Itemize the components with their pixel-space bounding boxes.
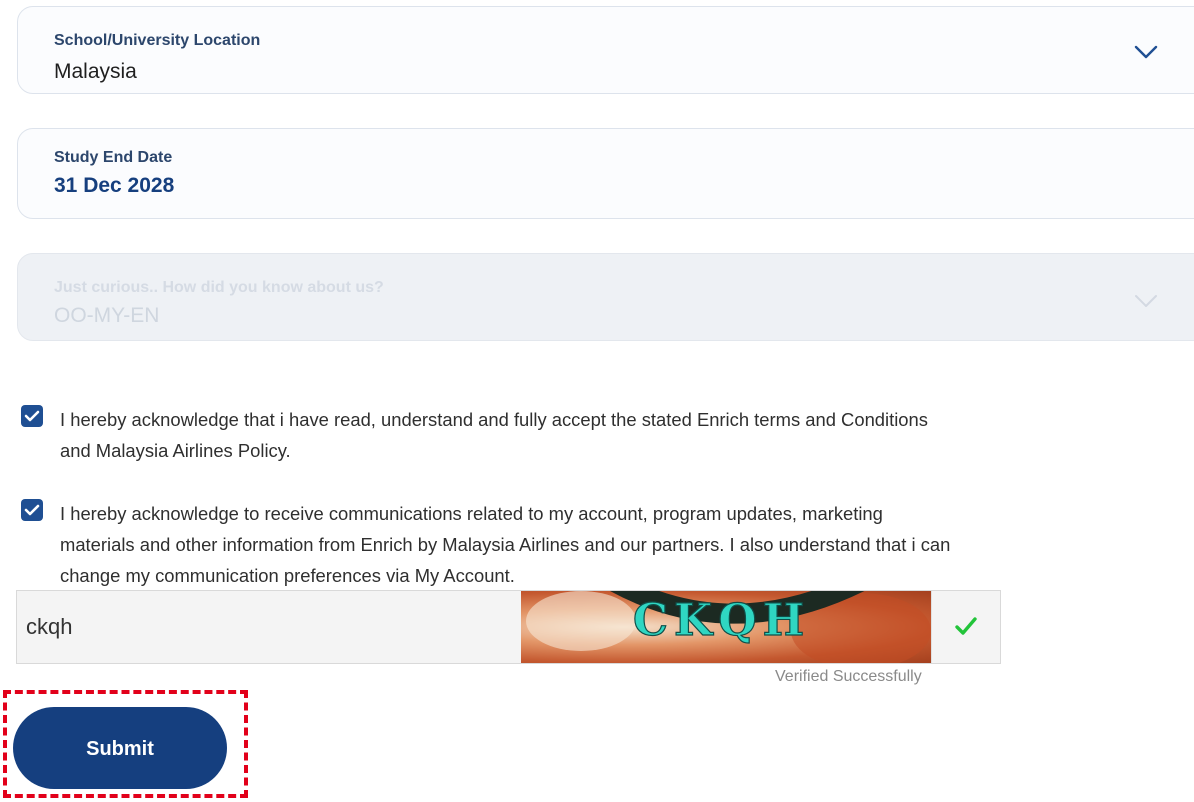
captcha-verified-text: Verified Successfully — [775, 668, 922, 685]
communications-consent-text: I hereby acknowledge to receive communic… — [60, 498, 950, 591]
terms-line-1: I hereby acknowledge that i have read, u… — [60, 409, 928, 430]
checkmark-icon — [955, 617, 977, 635]
captcha-status — [931, 591, 1000, 663]
terms-checkbox[interactable] — [21, 405, 43, 427]
checkmark-icon — [24, 504, 40, 516]
chevron-down-icon[interactable] — [1134, 45, 1158, 59]
referral-source-value: OO-MY-EN — [54, 304, 160, 327]
captcha-image: CKQH — [521, 591, 931, 663]
registration-form: School/University Location Malaysia Stud… — [0, 0, 1194, 802]
location-label: School/University Location — [54, 32, 261, 49]
captcha-input[interactable]: ckqh — [17, 591, 520, 663]
captcha-image-text: CKQH — [633, 595, 810, 646]
communications-checkbox[interactable] — [21, 499, 43, 521]
study-end-date-field[interactable]: Study End Date 31 Dec 2028 — [17, 128, 1194, 219]
chevron-down-icon — [1135, 295, 1157, 307]
checkmark-icon — [24, 410, 40, 422]
terms-consent-text: I hereby acknowledge that i have read, u… — [60, 404, 928, 466]
captcha: ckqh CKQH — [16, 590, 1001, 664]
study-end-date-label: Study End Date — [54, 149, 173, 166]
communications-line-1: I hereby acknowledge to receive communic… — [60, 503, 883, 524]
terms-line-2: and Malaysia Airlines Policy. — [60, 440, 291, 461]
communications-line-2: materials and other information from Enr… — [60, 534, 951, 555]
location-value: Malaysia — [54, 60, 137, 83]
communications-line-3: change my communication preferences via … — [60, 565, 515, 586]
submit-button[interactable]: Submit — [13, 707, 227, 789]
study-end-date-value: 31 Dec 2028 — [54, 174, 175, 197]
referral-source-label: Just curious.. How did you know about us… — [54, 279, 384, 296]
referral-source-select: Just curious.. How did you know about us… — [17, 253, 1194, 341]
location-select[interactable]: School/University Location Malaysia — [17, 6, 1194, 94]
